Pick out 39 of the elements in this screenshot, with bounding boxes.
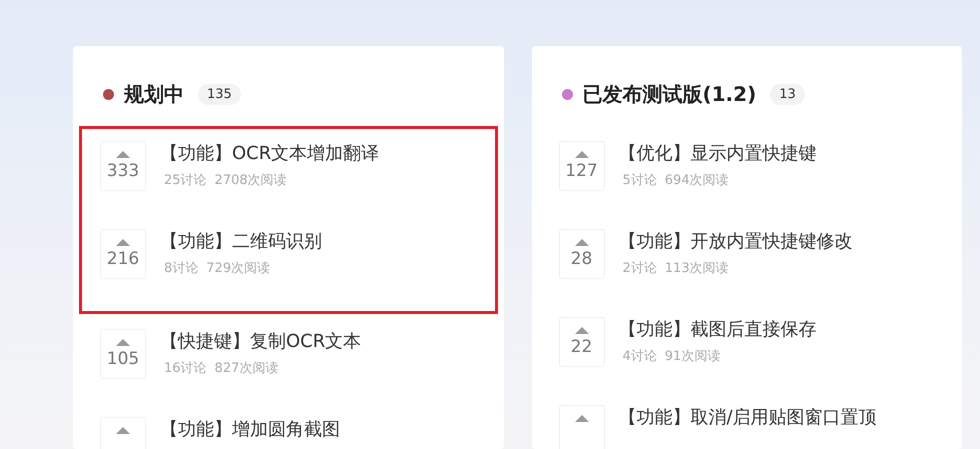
count-badge: 135 (198, 84, 241, 104)
discussion-count: 5讨论 (622, 172, 657, 189)
discussion-count: 2讨论 (622, 260, 657, 277)
post-title[interactable]: 【功能】增加圆角截图 (160, 417, 340, 443)
post-title[interactable]: 【快捷键】复制OCR文本 (160, 329, 362, 355)
post-title[interactable]: 【功能】截图后直接保存 (618, 317, 816, 343)
post-title[interactable]: 【功能】开放内置快捷键修改 (618, 229, 852, 255)
up-triangle-icon (574, 238, 590, 246)
discussion-count: 25讨论 (164, 172, 207, 189)
post-title[interactable]: 【优化】显示内置快捷键 (618, 141, 816, 167)
up-triangle-icon (115, 238, 131, 246)
post-title[interactable]: 【功能】OCR文本增加翻译 (160, 141, 380, 167)
upvote-button[interactable]: 333 (100, 141, 146, 191)
upvote-button[interactable] (558, 405, 604, 449)
up-triangle-icon (115, 426, 131, 434)
upvote-button[interactable]: 127 (558, 141, 604, 191)
column-title: 规划中 (124, 80, 184, 108)
discussion-count: 16讨论 (164, 360, 207, 377)
up-triangle-icon (574, 326, 590, 334)
post-title[interactable]: 【功能】二维码识别 (160, 229, 322, 255)
read-count: 827次阅读 (214, 360, 278, 377)
read-count: 729次阅读 (206, 260, 270, 277)
up-triangle-icon (115, 338, 131, 346)
discussion-count: 4讨论 (622, 348, 657, 365)
upvote-button[interactable]: 216 (100, 229, 146, 279)
discussion-count: 8讨论 (164, 260, 198, 277)
read-count: 694次阅读 (664, 172, 729, 189)
up-triangle-icon (115, 150, 131, 158)
read-count: 113次阅读 (664, 260, 729, 277)
post-title[interactable]: 【功能】取消/启用贴图窗口置顶 (618, 405, 877, 431)
upvote-button[interactable]: 105 (100, 329, 146, 379)
upvote-button[interactable]: 28 (558, 229, 604, 279)
up-triangle-icon (574, 414, 590, 422)
upvote-button[interactable]: 22 (558, 317, 604, 367)
read-count: 91次阅读 (664, 348, 720, 365)
column-title: 已发布测试版(1.2) (582, 80, 756, 108)
count-badge: 13 (770, 84, 805, 104)
up-triangle-icon (574, 150, 590, 158)
read-count: 2708次阅读 (214, 172, 287, 189)
